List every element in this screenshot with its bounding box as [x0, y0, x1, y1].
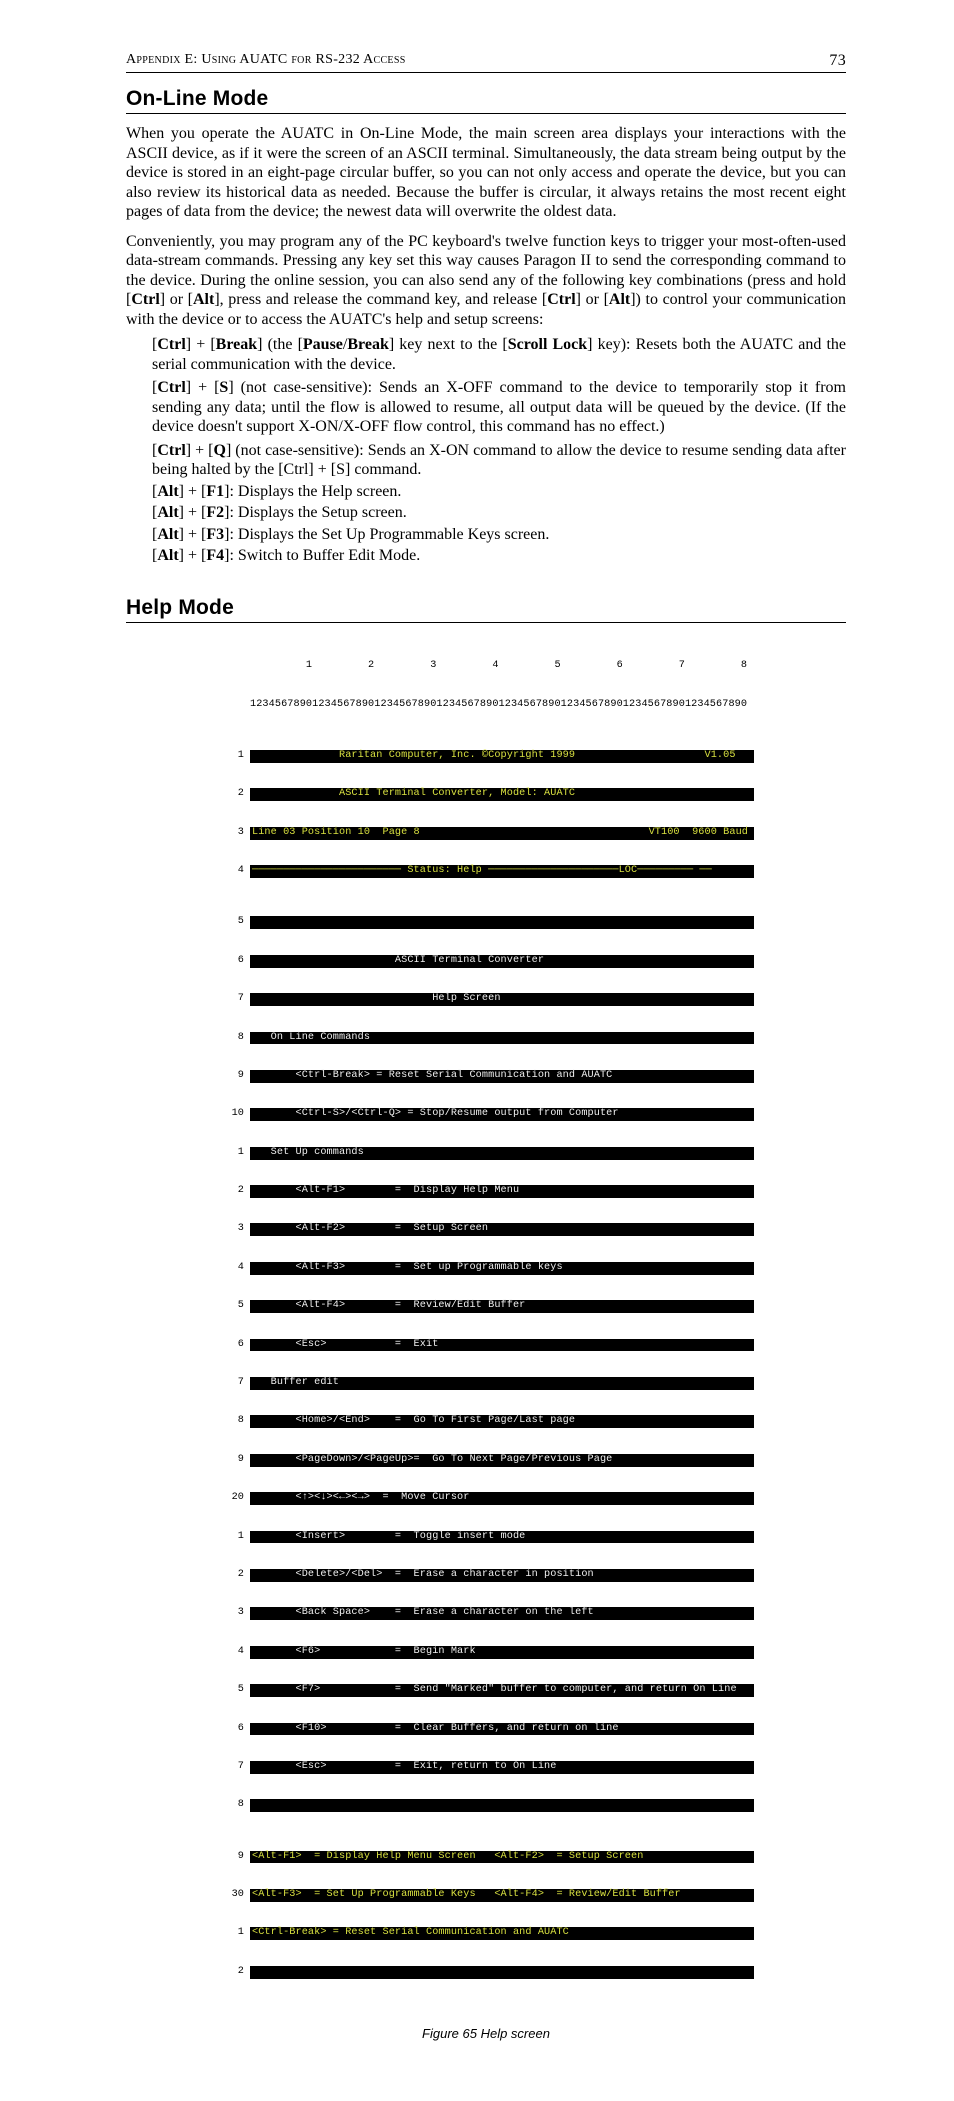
heading-online-mode: On-Line Mode: [126, 87, 846, 114]
key-combo-ctrl-break: [Ctrl] + [Break] (the [Pause/Break] key …: [152, 335, 846, 374]
header-label: Appendix E: Using AUATC for RS-232 Acces…: [126, 52, 406, 70]
document-page: Appendix E: Using AUATC for RS-232 Acces…: [0, 0, 954, 2101]
key-combo-alt-f4: [Alt] + [F4]: Switch to Buffer Edit Mode…: [152, 546, 846, 566]
figure-caption: Figure 65 Help screen: [218, 2026, 754, 2041]
key-combo-alt-f3: [Alt] + [F3]: Displays the Set Up Progra…: [152, 525, 846, 545]
header-rule: [126, 72, 846, 73]
key-combo-ctrl-s: [Ctrl] + [S] (not case-sensitive): Sends…: [152, 378, 846, 437]
terminal-help-screen: 1 2 3 4 5 6 7 8 123456789012345678901234…: [218, 635, 754, 2004]
figure-65: 1 2 3 4 5 6 7 8 123456789012345678901234…: [218, 635, 754, 2041]
page-header: Appendix E: Using AUATC for RS-232 Acces…: [126, 52, 846, 72]
key-combo-list: [Ctrl] + [Break] (the [Pause/Break] key …: [126, 335, 846, 566]
header-page-number: 73: [829, 52, 846, 70]
key-combo-alt-f2: [Alt] + [F2]: Displays the Setup screen.: [152, 503, 846, 523]
heading-help-mode: Help Mode: [126, 596, 846, 623]
para-online-1: When you operate the AUATC in On-Line Mo…: [126, 124, 846, 222]
para-online-2: Conveniently, you may program any of the…: [126, 232, 846, 330]
key-combo-ctrl-q: [Ctrl] + [Q] (not case-sensitive): Sends…: [152, 441, 846, 480]
key-combo-alt-f1: [Alt] + [F1]: Displays the Help screen.: [152, 482, 846, 502]
